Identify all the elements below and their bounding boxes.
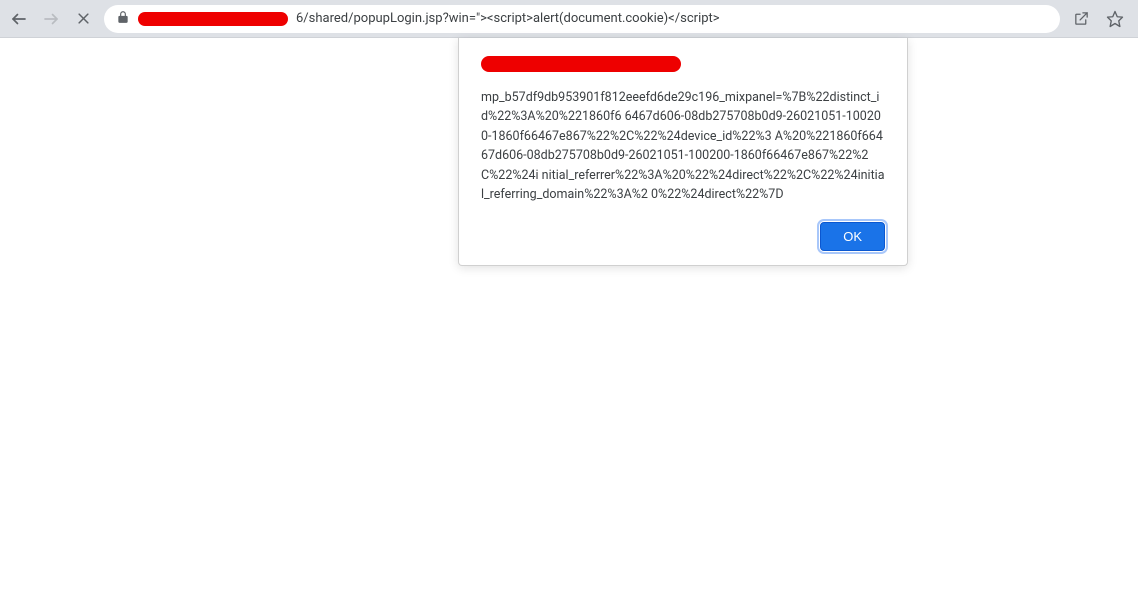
browser-toolbar: 6/shared/popupLogin.jsp?win="><script>al… (0, 0, 1138, 38)
ok-button[interactable]: OK (820, 222, 885, 251)
page-content: mp_b57df9db953901f812eeefd6de29c196_mixp… (0, 38, 1138, 603)
back-button[interactable] (8, 8, 30, 30)
url-path: 6/shared/popupLogin.jsp?win="><script>al… (296, 11, 720, 26)
stop-button[interactable] (72, 8, 94, 30)
dialog-actions: OK (481, 222, 885, 251)
star-icon[interactable] (1104, 8, 1126, 30)
address-bar-container: 6/shared/popupLogin.jsp?win="><script>al… (104, 5, 1060, 33)
address-bar[interactable]: 6/shared/popupLogin.jsp?win="><script>al… (104, 5, 1060, 33)
share-icon[interactable] (1070, 8, 1092, 30)
forward-button[interactable] (40, 8, 62, 30)
alert-message: mp_b57df9db953901f812eeefd6de29c196_mixp… (481, 88, 885, 204)
js-alert-dialog: mp_b57df9db953901f812eeefd6de29c196_mixp… (458, 38, 908, 266)
toolbar-right (1070, 8, 1130, 30)
redacted-origin (481, 56, 681, 72)
lock-icon (116, 9, 130, 28)
redacted-host (138, 12, 288, 26)
